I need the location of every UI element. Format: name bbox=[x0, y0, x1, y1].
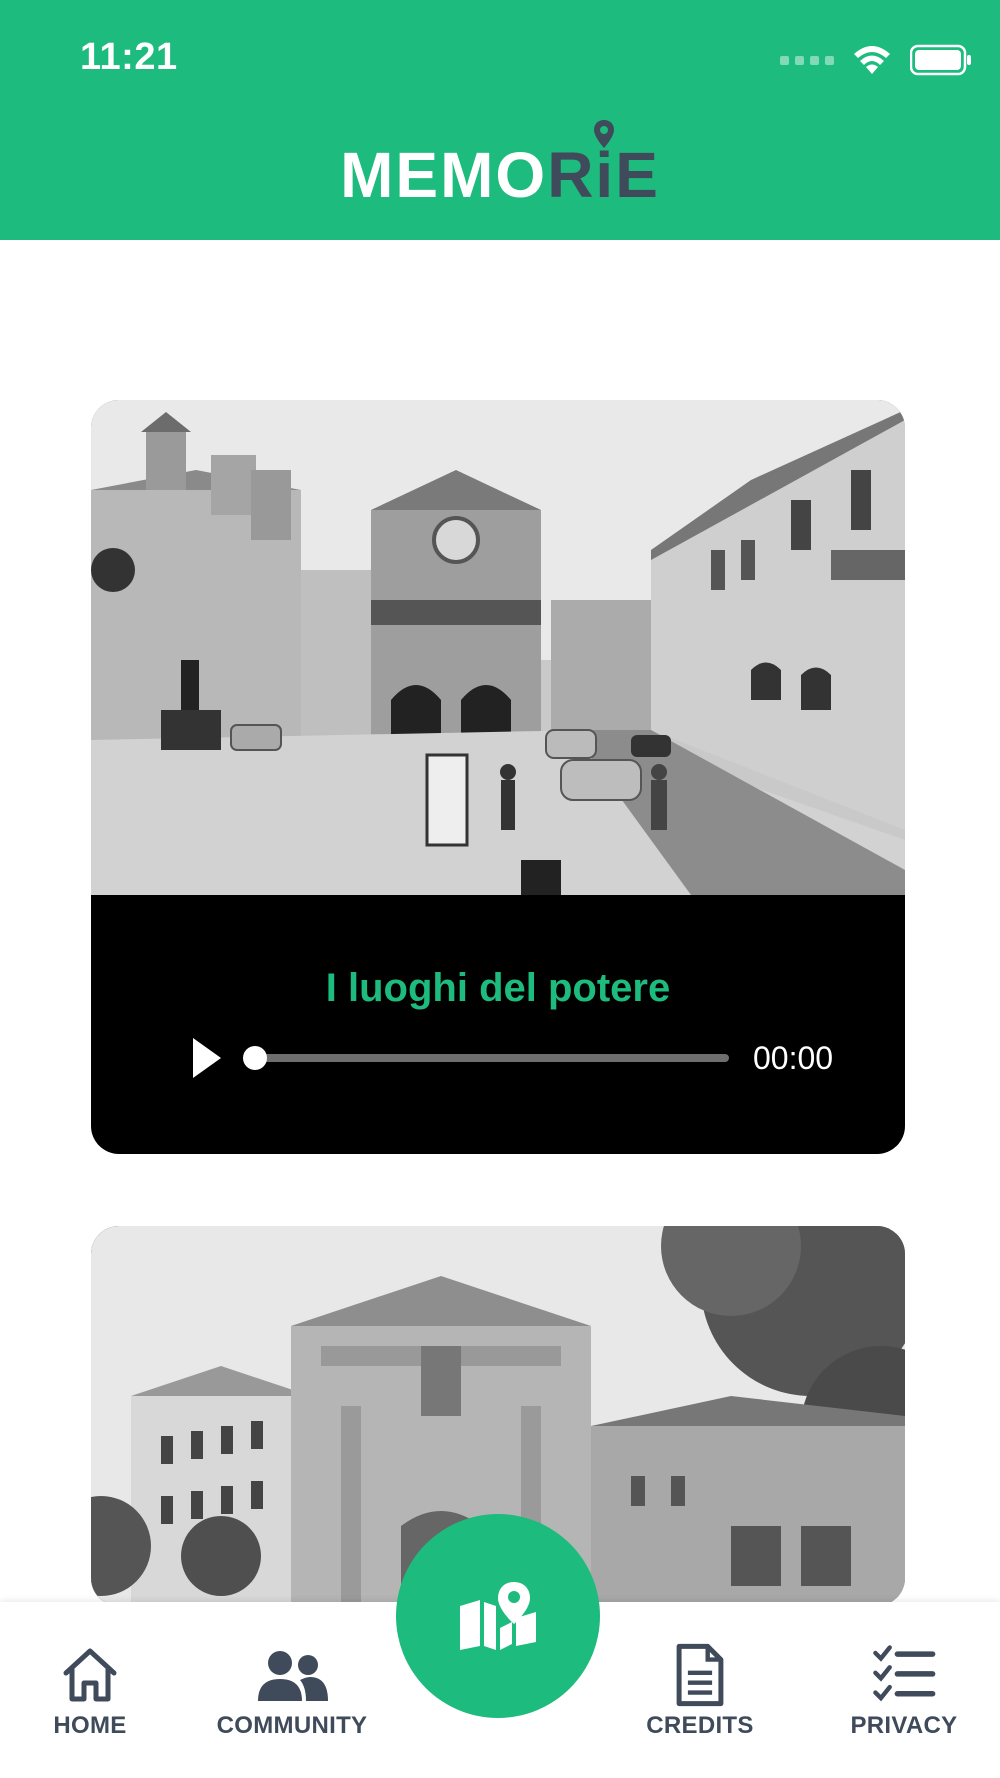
nav-privacy-label: PRIVACY bbox=[850, 1712, 958, 1739]
app-header: 11:21 MEMORiE bbox=[0, 0, 1000, 240]
audio-progress-track[interactable] bbox=[251, 1054, 729, 1062]
home-icon bbox=[63, 1648, 117, 1702]
nav-privacy[interactable]: PRIVACY bbox=[804, 1642, 1000, 1740]
document-icon bbox=[676, 1643, 724, 1707]
users-icon bbox=[258, 1651, 328, 1701]
map-button[interactable] bbox=[396, 1514, 600, 1718]
status-time: 11:21 bbox=[80, 36, 178, 78]
audio-time: 00:00 bbox=[753, 1040, 834, 1076]
status-indicators bbox=[780, 40, 972, 80]
play-icon[interactable] bbox=[187, 1034, 227, 1082]
map-pin-icon bbox=[460, 1582, 536, 1650]
card-photo bbox=[91, 400, 905, 895]
app-logo: MEMORiE bbox=[0, 120, 1000, 211]
wifi-icon bbox=[854, 46, 890, 74]
audio-progress-thumb[interactable] bbox=[243, 1046, 267, 1070]
nav-credits[interactable]: CREDITS bbox=[600, 1642, 800, 1740]
signal-icon bbox=[780, 55, 834, 65]
logo-pin-icon bbox=[593, 120, 614, 148]
nav-community-label: COMMUNITY bbox=[216, 1712, 368, 1739]
logo-text-white: MEMO bbox=[340, 139, 548, 211]
checklist-icon bbox=[873, 1645, 936, 1702]
card-title: I luoghi del potere bbox=[325, 966, 671, 1010]
battery-icon bbox=[910, 44, 971, 76]
audio-card[interactable]: I luoghi del potere 00:00 bbox=[91, 400, 905, 1154]
nav-home[interactable]: HOME bbox=[0, 1642, 190, 1740]
logo-text-dark: RiE bbox=[547, 120, 660, 211]
nav-credits-label: CREDITS bbox=[646, 1712, 754, 1739]
nav-home-label: HOME bbox=[53, 1712, 127, 1739]
nav-community[interactable]: COMMUNITY bbox=[192, 1642, 392, 1740]
